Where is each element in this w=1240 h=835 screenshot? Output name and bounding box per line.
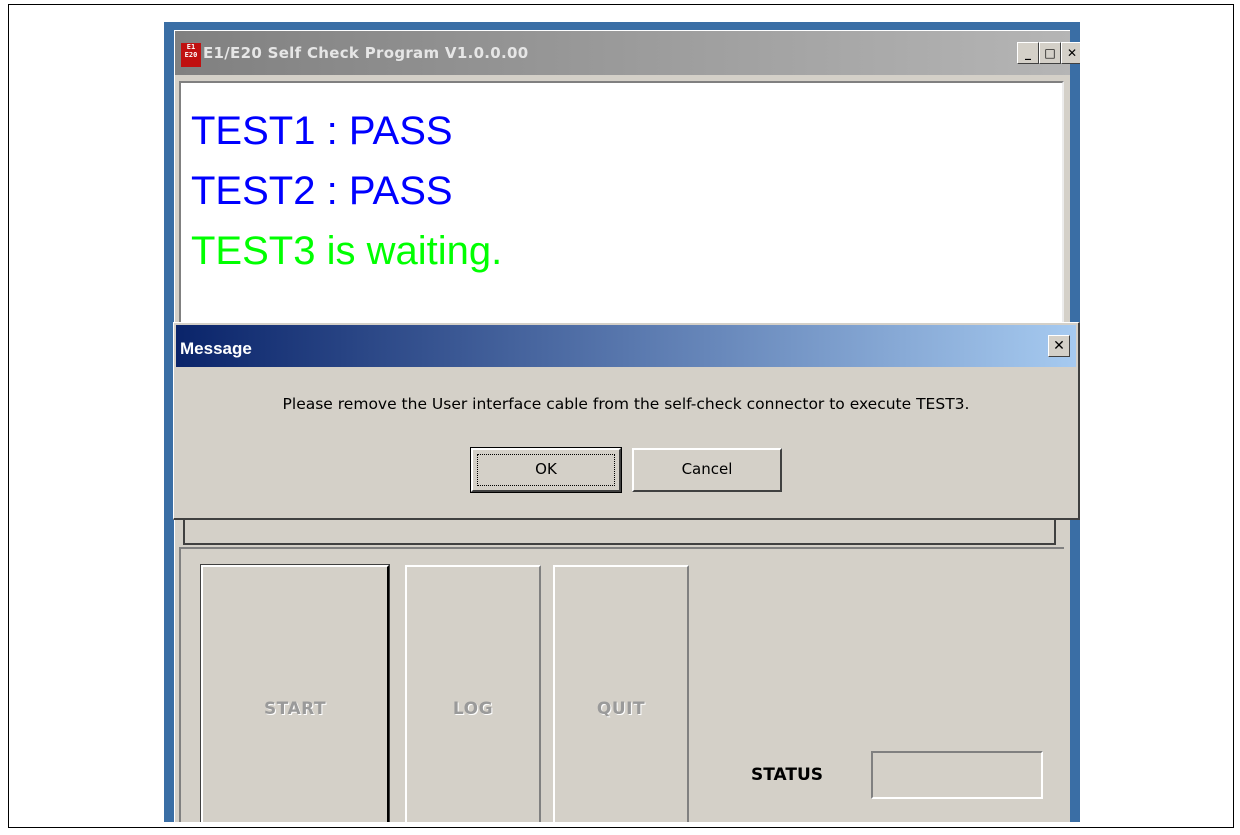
quit-button[interactable]: QUIT (553, 565, 689, 822)
minimize-button[interactable]: _ (1017, 42, 1039, 64)
log-button[interactable]: LOG (405, 565, 541, 822)
close-button[interactable]: ✕ (1061, 42, 1080, 64)
app-titlebar[interactable]: E1 E20 E1/E20 Self Check Program V1.0.0.… (175, 31, 1080, 75)
status-label: STATUS (751, 765, 824, 785)
dialog-titlebar[interactable]: Message ✕ (176, 325, 1076, 367)
dialog-title: Message (180, 339, 252, 358)
cancel-button[interactable]: Cancel (632, 448, 782, 492)
dialog-close-icon[interactable]: ✕ (1048, 335, 1070, 357)
output-line-test1: TEST1 : PASS (191, 109, 453, 153)
status-field (871, 751, 1043, 799)
start-button[interactable]: START (200, 564, 390, 822)
button-panel: START LOG QUIT STATUS (179, 547, 1064, 822)
app-title: E1/E20 Self Check Program V1.0.0.00 (203, 44, 529, 62)
test-output-area: TEST1 : PASS TEST2 : PASS TEST3 is waiti… (179, 81, 1064, 341)
app-logo-icon: E1 E20 (181, 43, 201, 67)
focus-rect (477, 454, 615, 486)
ok-button[interactable]: OK (470, 447, 622, 493)
output-line-test3: TEST3 is waiting. (191, 229, 503, 273)
maximize-button[interactable]: □ (1039, 42, 1061, 64)
progress-panel (183, 519, 1056, 545)
cancel-button-label: Cancel (681, 460, 733, 478)
dialog-message: Please remove the User interface cable f… (282, 395, 970, 413)
message-dialog: Message ✕ Please remove the User interfa… (173, 322, 1080, 520)
output-line-test2: TEST2 : PASS (191, 169, 453, 213)
